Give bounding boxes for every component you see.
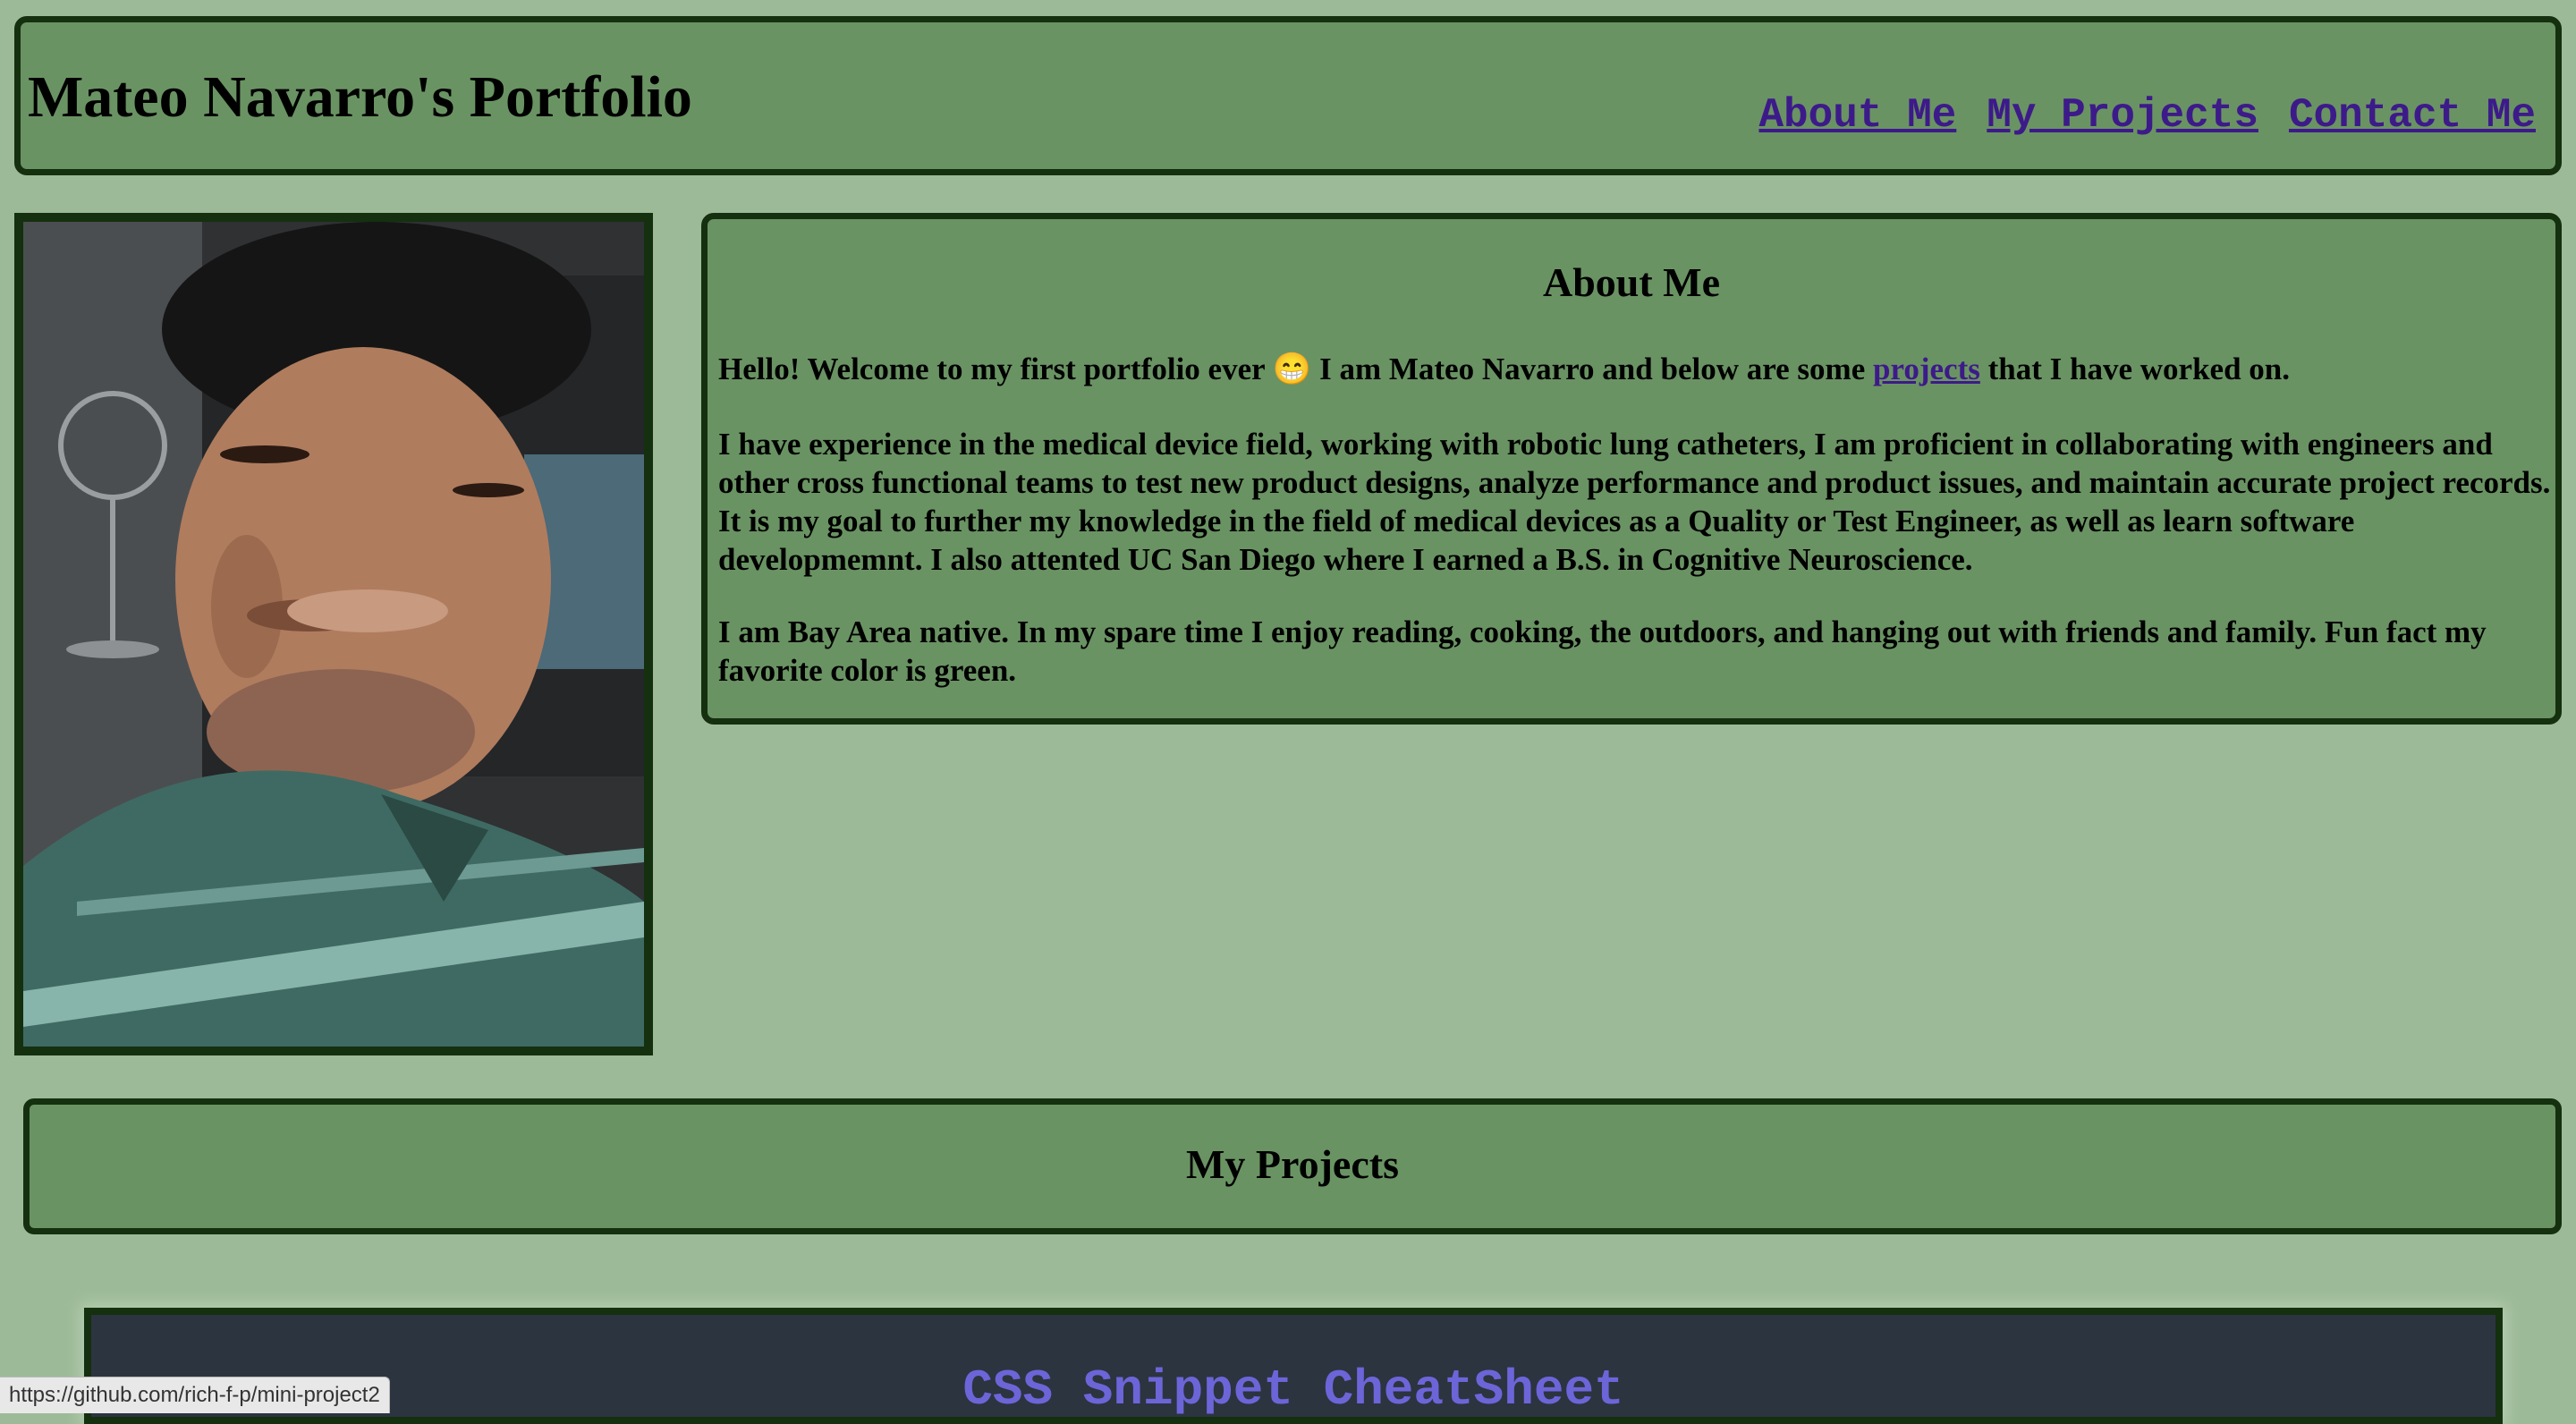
nav-link-contact-me[interactable]: Contact Me [2289,92,2536,139]
main-nav: About Me My Projects Contact Me [1728,92,2536,139]
about-intro-text: Hello! Welcome to my first portfolio eve… [718,352,1873,386]
nav-link-about-me[interactable]: About Me [1758,92,1956,139]
profile-photo-illustration [23,222,644,1047]
about-personal-paragraph: I am Bay Area native. In my spare time I… [718,615,2487,688]
about-intro-paragraph: Hello! Welcome to my first portfolio eve… [718,350,2552,388]
profile-photo-frame [14,213,653,1055]
project-card[interactable]: CSS Snippet CheatSheet [84,1308,2503,1424]
project-card-title[interactable]: CSS Snippet CheatSheet [91,1361,2496,1419]
projects-banner: My Projects [23,1098,2562,1234]
about-heading: About Me [1542,259,1721,305]
about-intro-text-end: that I have worked on. [1979,352,2290,386]
browser-status-url: https://github.com/rich-f-p/mini-project… [0,1377,390,1413]
profile-photo [23,222,644,1047]
projects-heading: My Projects [1186,1141,1399,1187]
nav-link-my-projects[interactable]: My Projects [1987,92,2258,139]
about-section: About Me Hello! Welcome to my first port… [701,213,2562,725]
site-title: Mateo Navarro's Portfolio [28,64,692,130]
about-experience-paragraph: I have experience in the medical device … [718,427,2551,577]
site-header: Mateo Navarro's Portfolio About Me My Pro… [14,16,2562,175]
projects-link[interactable]: projects [1873,352,1980,386]
